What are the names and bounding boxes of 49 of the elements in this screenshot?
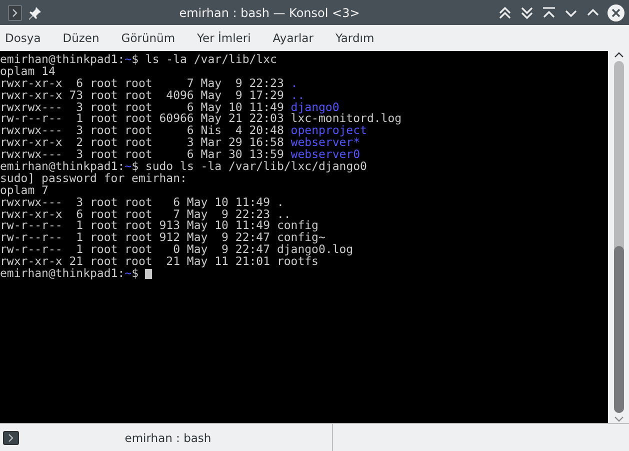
- new-tab-icon[interactable]: [3, 430, 19, 444]
- menu-item[interactable]: Düzen: [58, 28, 110, 48]
- menu-item[interactable]: Ayarlar: [268, 28, 324, 48]
- prompt-path: ~: [124, 161, 132, 173]
- terminal-text: $ ls -la /var/lib/lxc: [132, 54, 277, 66]
- shade-icon[interactable]: [541, 4, 557, 20]
- terminal-text: rw-r--r-- 1 root root 60966 May 21 22:03 lxc-monitord.log: [0, 113, 402, 126]
- terminal-text: rwxr-xr-x 21 root root 21 May 11 21:01 rootfs: [0, 256, 318, 268]
- terminal-text: $ sudo ls -la /var/lib/lxc/django0: [132, 161, 367, 173]
- menu-item[interactable]: Yardım: [330, 28, 384, 48]
- directory-name: .: [290, 78, 298, 90]
- terminal-text: rwxr-xr-x 73 root root 4096 May 9 17:29: [0, 90, 285, 102]
- directory-name: webserver*: [290, 137, 360, 150]
- terminal-text: rw-r--r-- 1 root root 0 May 9 22:47 django0.log: [0, 244, 354, 256]
- terminal-text: rwxr-xr-x 2 root root 3 Mar 29 16:58: [0, 137, 285, 150]
- menu-item[interactable]: Görünüm: [116, 28, 186, 48]
- terminal-text: rwxrwx--- 3 root root 6 May 10 11:49 .: [0, 196, 284, 209]
- scrollbar-track[interactable]: [614, 61, 624, 413]
- close-icon[interactable]: [607, 4, 625, 22]
- scrollbar-thumb[interactable]: [614, 246, 624, 413]
- keep-above-icon[interactable]: [497, 4, 513, 20]
- directory-name: openproject: [290, 125, 367, 138]
- terminal-text: rwxrwx--- 3 root root 6 Nis 4 20:48: [0, 125, 285, 138]
- terminal-text: sudo] password for emirhan:: [0, 172, 187, 185]
- terminal-icon[interactable]: [8, 4, 22, 20]
- terminal-text: rwxr-xr-x 6 root root 7 May 9 22:23 ..: [0, 208, 291, 220]
- prompt-path: ~: [124, 54, 132, 66]
- menu-item[interactable]: Dosya: [0, 28, 51, 48]
- terminal-text: rwxr-xr-x 6 root root 7 May 9 22:23: [0, 78, 285, 90]
- pin-icon[interactable]: [28, 6, 42, 20]
- terminal-text: rwxrwx--- 3 root root 6 May 10 11:49: [0, 102, 285, 114]
- terminal-text: $: [132, 268, 140, 280]
- menu-item[interactable]: Yer İmleri: [192, 28, 261, 48]
- terminal-text: emirhan@thinkpad1:: [0, 161, 125, 173]
- directory-name: django0: [290, 102, 340, 114]
- terminal-text: rw-r--r-- 1 root root 912 May 9 22:47 config~: [0, 232, 326, 244]
- terminal-text: rwxrwx--- 3 root root 6 Mar 30 13:59: [0, 149, 284, 162]
- terminal-text: emirhan@thinkpad1:: [0, 54, 125, 66]
- scroll-down-icon[interactable]: [614, 415, 624, 423]
- terminal-text: oplam 14: [0, 66, 56, 78]
- keep-below-icon[interactable]: [519, 4, 535, 20]
- terminal-text: emirhan@thinkpad1:: [0, 268, 125, 280]
- directory-name: ..: [290, 90, 305, 102]
- scroll-up-icon[interactable]: [614, 51, 624, 59]
- prompt-path: ~: [124, 268, 132, 280]
- terminal-text: rw-r--r-- 1 root root 913 May 10 11:49 config: [0, 220, 318, 232]
- directory-name: webserver0: [290, 149, 360, 162]
- terminal-text: oplam 7: [0, 184, 48, 197]
- window-title: emirhan : bash — Konsol <3>: [178, 6, 361, 20]
